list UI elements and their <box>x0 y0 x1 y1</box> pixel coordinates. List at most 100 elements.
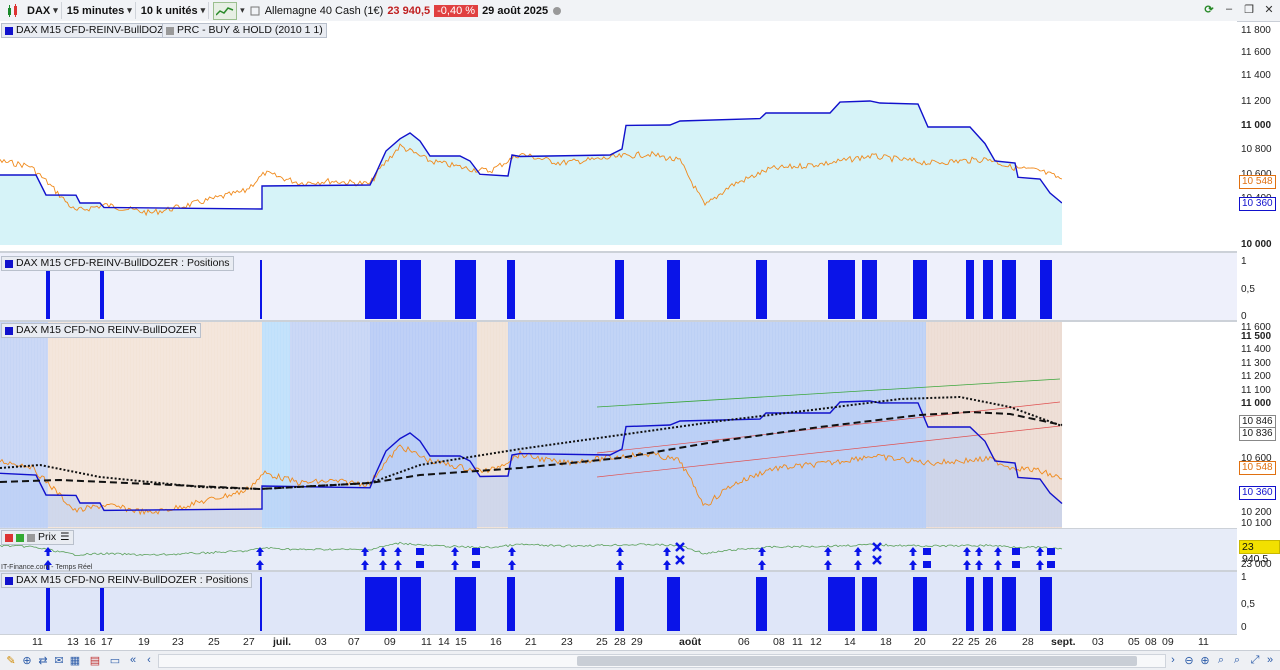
x-tick-label: 28 <box>614 636 626 648</box>
position-bar <box>400 577 421 631</box>
position-bar <box>260 577 262 631</box>
main-y-axis[interactable]: 11 800 11 600 11 400 11 200 11 000 10 80… <box>1237 21 1280 251</box>
x-tick-label: 08 <box>773 636 785 648</box>
positions-y-axis-2[interactable]: 1 0,5 0 <box>1237 572 1280 635</box>
units-value: 10 k unités <box>140 4 198 17</box>
minimize-icon[interactable]: – <box>1222 2 1236 16</box>
remove-icon[interactable] <box>5 533 13 542</box>
y-tick: 11 000 <box>1241 398 1272 409</box>
x-tick-label: 17 <box>101 636 113 648</box>
exit-square-marker <box>416 561 424 568</box>
search-icon[interactable]: ⌕ <box>1214 653 1228 667</box>
close-icon[interactable]: ✕ <box>1262 2 1276 16</box>
x-tick-label: 19 <box>138 636 150 648</box>
position-bar <box>1040 260 1052 319</box>
position-bar <box>1002 577 1016 631</box>
price-y-axis[interactable]: 23 940,5 23 000 <box>1237 529 1280 572</box>
y-tick: 0,5 <box>1241 599 1255 610</box>
y-tick: 11 000 <box>1241 120 1272 131</box>
bottom-toolbar: ✎ ⊕ ⇄ ✉ ▦ ▤ ▭ « ‹ › ⊖ ⊕ ⌕ ⌕ ⤢ » <box>0 650 1280 670</box>
x-tick-label: 26 <box>985 636 997 648</box>
series-color-icon <box>166 26 174 35</box>
series-color-icon <box>5 26 13 35</box>
y-tick: 10 800 <box>1241 144 1272 155</box>
zoom-out-icon[interactable]: ⊖ <box>1182 653 1196 667</box>
series-label: DAX M15 CFD-REINV-BullDOZER : Positions <box>16 257 230 269</box>
change-badge: -0,40 % <box>434 4 479 17</box>
exit-square-marker <box>923 548 931 555</box>
x-tick-label: 12 <box>810 636 822 648</box>
x-tick-label: 13 <box>67 636 79 648</box>
zoom-in-icon[interactable]: ⊕ <box>1198 653 1212 667</box>
noreinv-y-axis[interactable]: 11 600 11 500 11 400 11 300 11 200 11 10… <box>1237 322 1280 529</box>
position-bar <box>756 577 767 631</box>
scroll-first-icon[interactable]: « <box>126 653 140 667</box>
x-tick-label: 22 <box>952 636 964 648</box>
list-icon[interactable]: ☰ <box>60 531 69 544</box>
exit-square-marker <box>416 548 424 555</box>
chart-type-icon[interactable] <box>213 1 238 20</box>
y-tick: 11 200 <box>1241 96 1271 107</box>
position-bar <box>913 577 927 631</box>
empty-area <box>1062 21 1237 246</box>
price-pane-label[interactable]: Prix ☰ <box>1 530 74 545</box>
y-tick: 11 400 <box>1241 70 1271 81</box>
exit-square-marker <box>1012 561 1020 568</box>
noreinv-pane-label[interactable]: DAX M15 CFD-NO REINV-BullDOZER <box>1 323 201 338</box>
scroll-last-icon[interactable]: » <box>1263 653 1277 667</box>
top-toolbar: DAX ▾ 15 minutes ▾ 10 k unités ▾ ▾ Allemagn… <box>0 0 1280 22</box>
candlestick-icon[interactable] <box>4 3 22 19</box>
main-pane-label-1[interactable]: DAX M15 CFD-REINV-BullDOZER <box>1 23 183 38</box>
search-plus-icon[interactable]: ⌕ <box>1230 653 1244 667</box>
y-tick: 11 500 <box>1241 331 1272 342</box>
chart-type-chevron-icon[interactable]: ▾ <box>240 5 245 16</box>
scroll-right-icon[interactable]: › <box>1166 653 1180 667</box>
refresh-icon[interactable]: ⟳ <box>1202 2 1216 16</box>
exit-square-marker <box>1047 548 1055 555</box>
positions-y-axis-1[interactable]: 1 0,5 0 <box>1237 253 1280 322</box>
series-color-icon <box>5 576 13 585</box>
zoom-icon[interactable]: ⊕ <box>20 653 34 667</box>
share-icon[interactable]: ⇄ <box>36 653 50 667</box>
exit-square-marker <box>923 561 931 568</box>
screen-icon[interactable]: ▭ <box>108 653 122 667</box>
regime-band <box>48 322 262 528</box>
position-bar <box>507 577 515 631</box>
y-tick: 10 000 <box>1241 239 1272 250</box>
last-value-tag: 10 360 <box>1239 197 1276 211</box>
restore-icon[interactable]: ❐ <box>1242 2 1256 16</box>
x-tick-label: 18 <box>880 636 892 648</box>
scroll-left-icon[interactable]: ‹ <box>142 653 156 667</box>
quote-date: 29 août 2025 <box>482 4 549 17</box>
positions-pane-label-1[interactable]: DAX M15 CFD-REINV-BullDOZER : Positions <box>1 256 234 271</box>
units-select[interactable]: 10 k unités ▾ <box>138 2 210 19</box>
move-up-icon[interactable] <box>16 533 24 542</box>
position-bar <box>667 260 680 319</box>
position-bar <box>862 577 877 631</box>
timeframe-select[interactable]: 15 minutes ▾ <box>64 2 136 19</box>
data-provider-credit: IT-Finance.com - Temps Réel <box>1 564 93 571</box>
pencil-icon[interactable]: ✎ <box>4 653 18 667</box>
scrollbar-thumb[interactable] <box>577 656 1137 666</box>
position-bar <box>862 260 877 319</box>
y-tick: 1 <box>1241 572 1247 583</box>
reset-view-icon[interactable]: ⤢ <box>1248 653 1262 667</box>
last-price-tag: 23 940,5 <box>1239 540 1280 565</box>
indicator-icon[interactable]: ▤ <box>88 653 102 667</box>
exit-square-marker <box>1047 561 1055 568</box>
x-tick-label: 23 <box>172 636 184 648</box>
x-tick-label: sept. <box>1051 636 1076 648</box>
series-color-icon <box>27 533 35 542</box>
positions-pane-label-2[interactable]: DAX M15 CFD-NO REINV-BullDOZER : Positio… <box>1 573 253 588</box>
scrollbar-track[interactable] <box>158 654 1166 668</box>
x-tick-label: 20 <box>914 636 926 648</box>
comment-icon[interactable]: ✉ <box>52 653 66 667</box>
instrument-select[interactable]: DAX ▾ <box>24 2 62 19</box>
grid-icon[interactable]: ▦ <box>68 653 82 667</box>
series-label: DAX M15 CFD-REINV-BullDOZER <box>16 24 179 36</box>
main-pane-label-2[interactable]: PRC - BUY & HOLD (2010 1 1) <box>162 23 327 38</box>
y-tick: 0 <box>1241 311 1247 322</box>
exit-square-marker <box>1012 548 1020 555</box>
exit-square-marker <box>472 561 480 568</box>
position-bar <box>756 260 767 319</box>
